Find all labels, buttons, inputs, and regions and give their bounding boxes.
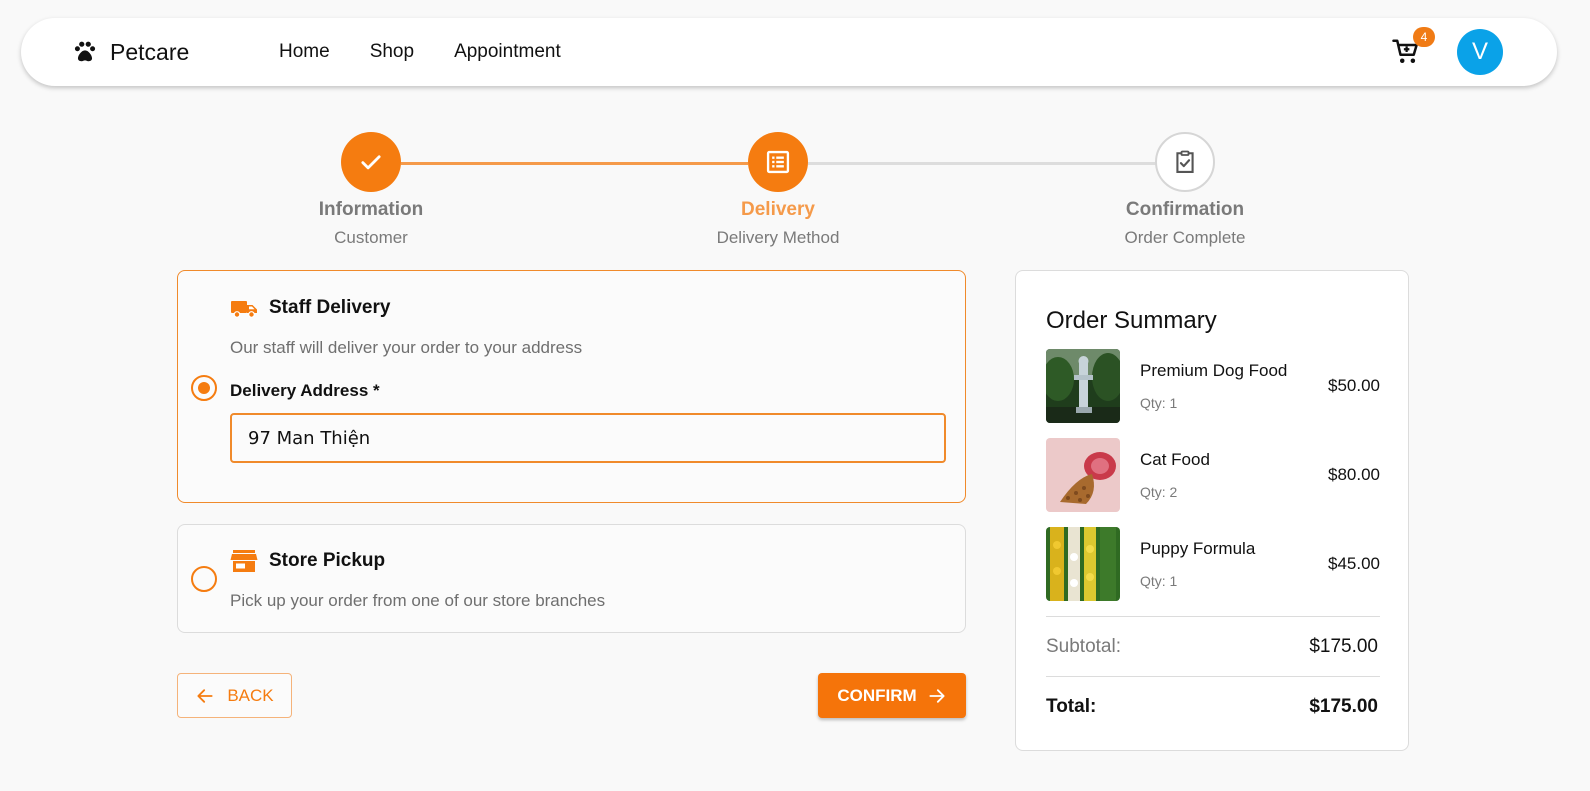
radio-dot xyxy=(198,382,210,394)
brand[interactable]: Petcare xyxy=(72,18,189,86)
item-thumbnail xyxy=(1046,527,1120,601)
brand-name: Petcare xyxy=(110,38,190,65)
summary-item: Puppy Formula Qty: 1 $45.00 xyxy=(1046,527,1380,601)
step-title-information: Information xyxy=(318,199,424,220)
item-thumbnail xyxy=(1046,438,1120,512)
nav-link-shop[interactable]: Shop xyxy=(370,41,414,63)
total-label: Total: xyxy=(1046,696,1097,717)
order-summary-title: Order Summary xyxy=(1046,307,1217,334)
confirm-button[interactable]: CONFIRM xyxy=(818,673,966,718)
staff-delivery-title: Staff Delivery xyxy=(269,297,391,318)
step-circle-delivery xyxy=(748,132,808,192)
total-value: $175.00 xyxy=(1309,696,1378,717)
item-price: $80.00 xyxy=(1328,465,1380,484)
avatar[interactable]: V xyxy=(1457,29,1503,75)
step-title-confirmation: Confirmation xyxy=(1125,199,1245,220)
clipboard-check-icon xyxy=(1176,150,1194,173)
order-summary: Order Summary Premium Dog Food Qty: 1 $5… xyxy=(1015,270,1409,751)
item-price: $45.00 xyxy=(1328,554,1380,573)
staff-delivery-description: Our staff will deliver your order to you… xyxy=(230,338,583,357)
store-pickup-radio[interactable] xyxy=(191,566,217,592)
item-thumbnail xyxy=(1046,349,1120,423)
back-button[interactable]: BACK xyxy=(177,673,292,718)
step-circle-confirmation xyxy=(1155,132,1215,192)
store-icon xyxy=(230,550,258,572)
staff-delivery-option[interactable]: Staff Delivery Our staff will deliver yo… xyxy=(177,270,966,503)
nav-link-appointment[interactable]: Appointment xyxy=(454,41,561,63)
delivery-address-input[interactable] xyxy=(230,413,946,463)
store-pickup-option[interactable]: Store Pickup Pick up your order from one… xyxy=(177,524,966,633)
staff-delivery-radio[interactable] xyxy=(191,375,217,401)
item-price: $50.00 xyxy=(1328,376,1380,395)
item-name: Cat Food xyxy=(1140,450,1210,469)
store-pickup-description: Pick up your order from one of our store… xyxy=(230,591,606,610)
cart-button[interactable]: 4 xyxy=(1391,27,1435,67)
subtotal-value: $175.00 xyxy=(1309,636,1378,657)
step-circle-information xyxy=(341,132,401,192)
garland-image xyxy=(1046,527,1120,601)
check-icon xyxy=(361,155,381,170)
store-pickup-title: Store Pickup xyxy=(269,550,386,571)
summary-divider xyxy=(1046,616,1380,617)
paw-icon xyxy=(74,41,96,62)
delivery-address-label: Delivery Address * xyxy=(230,381,380,400)
item-qty: Qty: 1 xyxy=(1140,573,1178,589)
cart-badge: 4 xyxy=(1413,27,1435,47)
item-name: Premium Dog Food xyxy=(1140,361,1288,380)
step-subtitle-confirmation: Order Complete xyxy=(1124,228,1246,247)
step-title-delivery: Delivery xyxy=(741,199,815,220)
item-qty: Qty: 2 xyxy=(1140,484,1178,500)
nav-links: Home Shop Appointment xyxy=(279,18,601,86)
truck-icon xyxy=(231,301,257,318)
step-connector-2 xyxy=(808,162,1156,165)
cat-food-image xyxy=(1046,438,1120,512)
arrow-left-icon xyxy=(197,688,213,703)
arrow-right-icon xyxy=(929,688,945,703)
navbar: Petcare Home Shop Appointment 4 V xyxy=(21,18,1557,86)
step-subtitle-delivery: Delivery Method xyxy=(716,228,840,247)
subtotal-label: Subtotal: xyxy=(1046,636,1121,657)
item-qty: Qty: 1 xyxy=(1140,395,1178,411)
list-icon xyxy=(766,150,790,174)
nav-link-home[interactable]: Home xyxy=(279,41,330,63)
step-connector-1 xyxy=(401,162,748,165)
summary-divider xyxy=(1046,676,1380,677)
statue-image xyxy=(1046,349,1120,423)
item-name: Puppy Formula xyxy=(1140,539,1256,558)
summary-item: Premium Dog Food Qty: 1 $50.00 xyxy=(1046,349,1380,423)
step-subtitle-information: Customer xyxy=(334,228,408,247)
back-button-label: BACK xyxy=(227,685,274,705)
summary-item: Cat Food Qty: 2 $80.00 xyxy=(1046,438,1380,512)
confirm-button-label: CONFIRM xyxy=(837,685,917,705)
